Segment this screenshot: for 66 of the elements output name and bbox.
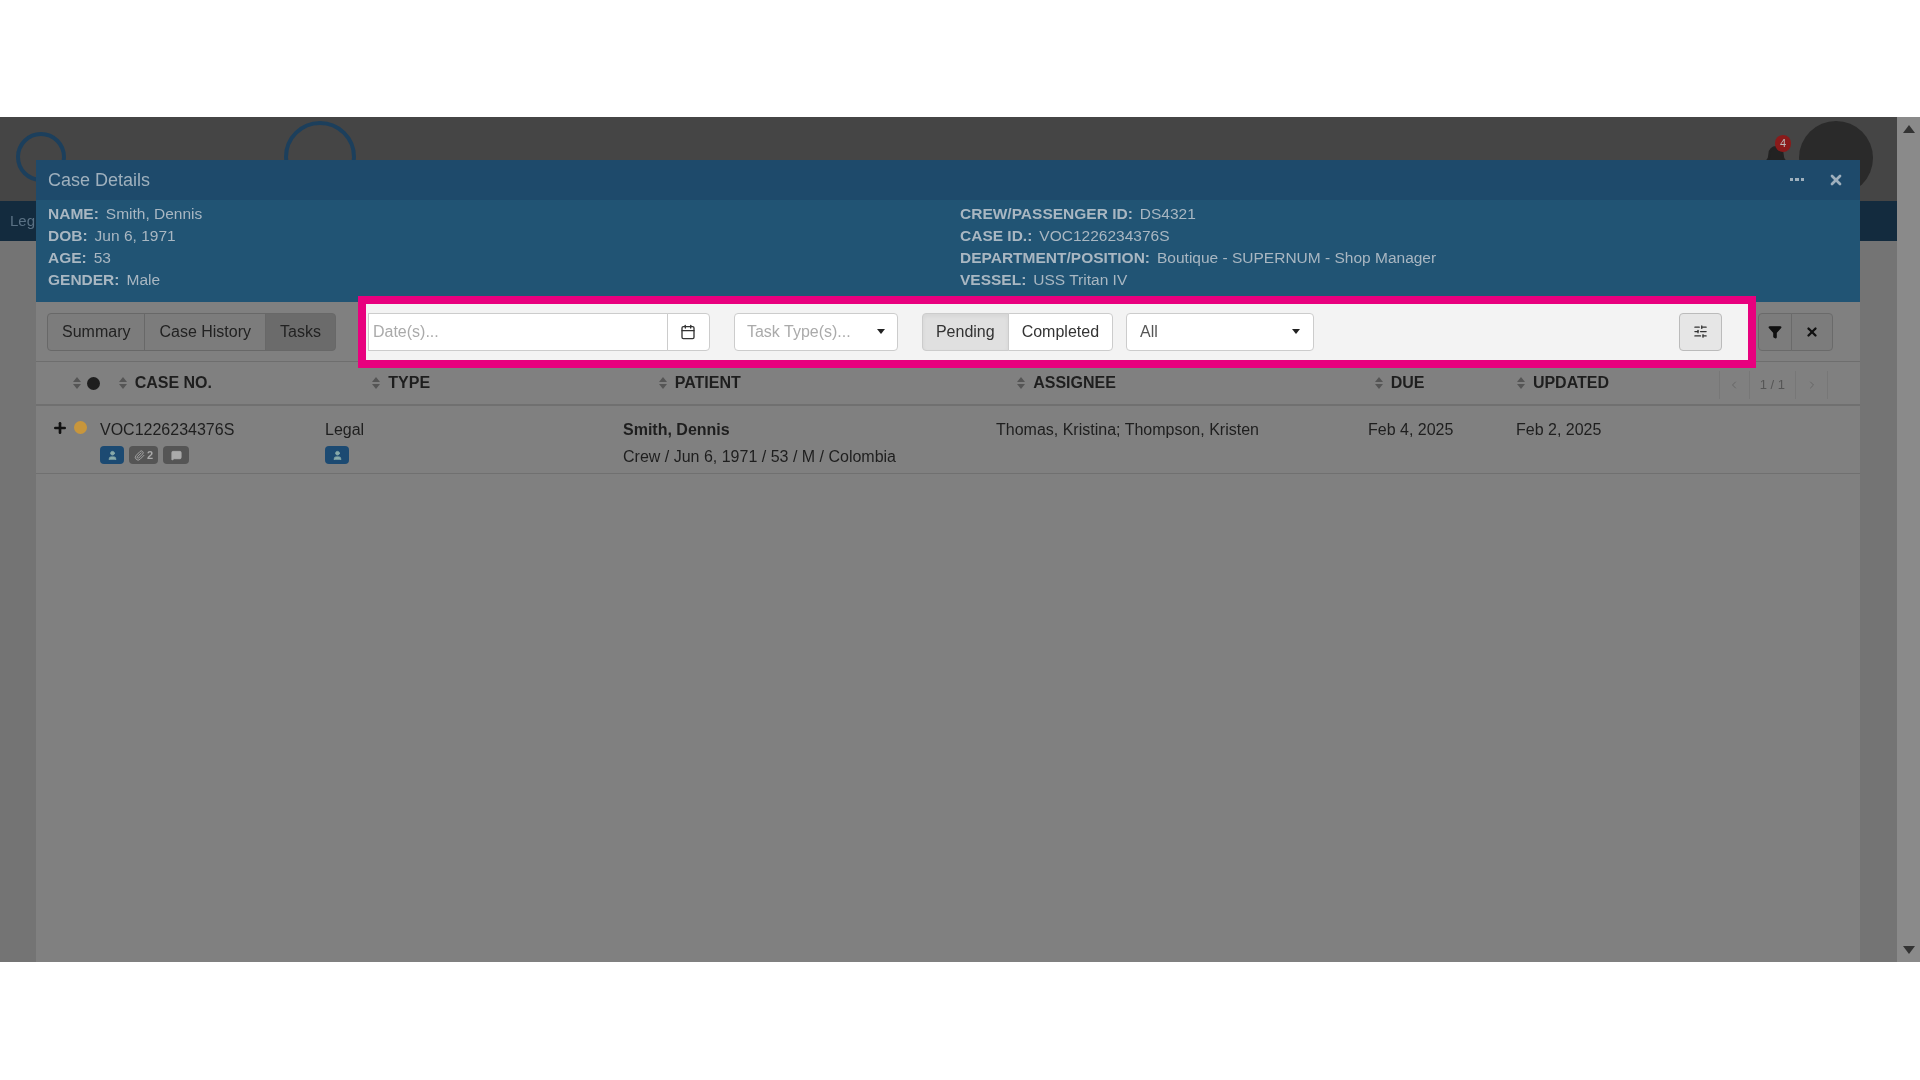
sort-icon[interactable] xyxy=(1516,377,1525,389)
clear-icon xyxy=(1804,324,1819,339)
calendar-icon xyxy=(680,323,697,340)
minimize-icon[interactable] xyxy=(1790,178,1804,182)
field-value: DS4321 xyxy=(1139,204,1196,224)
patient-details: Crew / Jun 6, 1971 / 53 / M / Colombia xyxy=(623,447,897,467)
calendar-button[interactable] xyxy=(666,312,710,351)
settings-button[interactable] xyxy=(1678,312,1722,351)
scope-dropdown[interactable]: All xyxy=(1126,312,1315,351)
status-toggle[interactable]: Pending xyxy=(921,312,1009,351)
close-icon[interactable] xyxy=(1828,172,1844,188)
column-header[interactable]: CASE NO. xyxy=(134,371,212,395)
updated-date: Feb 2, 2025 xyxy=(1516,420,1603,440)
date-field[interactable]: Date(s)... xyxy=(367,312,668,351)
field-label: CREW/PASSENGER ID: xyxy=(960,204,1133,224)
sort-icon[interactable] xyxy=(118,377,127,389)
tab[interactable]: Case History xyxy=(144,312,267,351)
clear-button[interactable] xyxy=(1790,312,1833,351)
field-value: Jun 6, 1971 xyxy=(94,226,176,246)
column-header[interactable]: UPDATED xyxy=(1532,371,1610,395)
field-value: USS Tritan IV xyxy=(1033,270,1128,290)
due-date: Feb 4, 2025 xyxy=(1368,420,1455,440)
status-toggle[interactable]: Completed xyxy=(1007,312,1114,351)
sort-icon[interactable] xyxy=(72,377,81,389)
field-value: Male xyxy=(126,270,161,290)
expand-icon[interactable] xyxy=(52,420,68,436)
nav-item[interactable]: Leg xyxy=(10,209,36,233)
case-type: Legal xyxy=(325,420,366,440)
filter-icon xyxy=(1767,324,1782,339)
sort-icon[interactable] xyxy=(1017,377,1026,389)
comment-badge xyxy=(163,446,190,464)
tab[interactable]: Tasks xyxy=(265,312,336,351)
field-label: NAME: xyxy=(48,204,99,224)
column-header[interactable]: PATIENT xyxy=(674,371,741,395)
sort-icon[interactable] xyxy=(658,377,667,389)
caret-icon xyxy=(1292,329,1301,334)
field-value: VOC1226234376S xyxy=(1039,226,1170,246)
attachment-badge: 2 xyxy=(129,446,159,464)
sort-icon[interactable] xyxy=(372,377,381,389)
field-label: DEPARTMENT/POSITION: xyxy=(960,248,1151,268)
person-badge xyxy=(325,446,349,464)
field-value: 53 xyxy=(93,248,111,268)
patient-name: Smith, Dennis xyxy=(623,420,731,440)
notification-count: 4 xyxy=(1775,135,1792,152)
case-number[interactable]: VOC1226234376S xyxy=(100,418,325,442)
tab[interactable]: Summary xyxy=(47,312,146,351)
filter-button[interactable] xyxy=(1757,312,1792,351)
column-header[interactable]: DUE xyxy=(1390,371,1425,395)
field-label: GENDER: xyxy=(48,270,120,290)
field-label: VESSEL: xyxy=(960,270,1027,290)
column-header[interactable]: ASSIGNEE xyxy=(1033,371,1116,395)
person-badge xyxy=(100,446,124,464)
sort-icon[interactable] xyxy=(1374,377,1383,389)
field-value: Boutique - SUPERNUM - Shop Manager xyxy=(1157,248,1437,268)
caret-icon xyxy=(876,329,885,334)
column-header[interactable]: TYPE xyxy=(388,371,431,395)
task-type-dropdown[interactable]: Task Type(s)... xyxy=(733,312,898,351)
scroll-down-icon[interactable] xyxy=(1902,946,1915,954)
field-label: CASE ID.: xyxy=(960,226,1033,246)
field-label: DOB: xyxy=(48,226,88,246)
assignee: Thomas, Kristina; Thompson, Kristen xyxy=(996,420,1260,440)
dialog-title: Case Details xyxy=(48,168,151,192)
scroll-up-icon[interactable] xyxy=(1902,125,1915,133)
field-label: AGE: xyxy=(48,248,87,268)
field-value: Smith, Dennis xyxy=(105,204,203,224)
settings-icon xyxy=(1692,324,1708,339)
